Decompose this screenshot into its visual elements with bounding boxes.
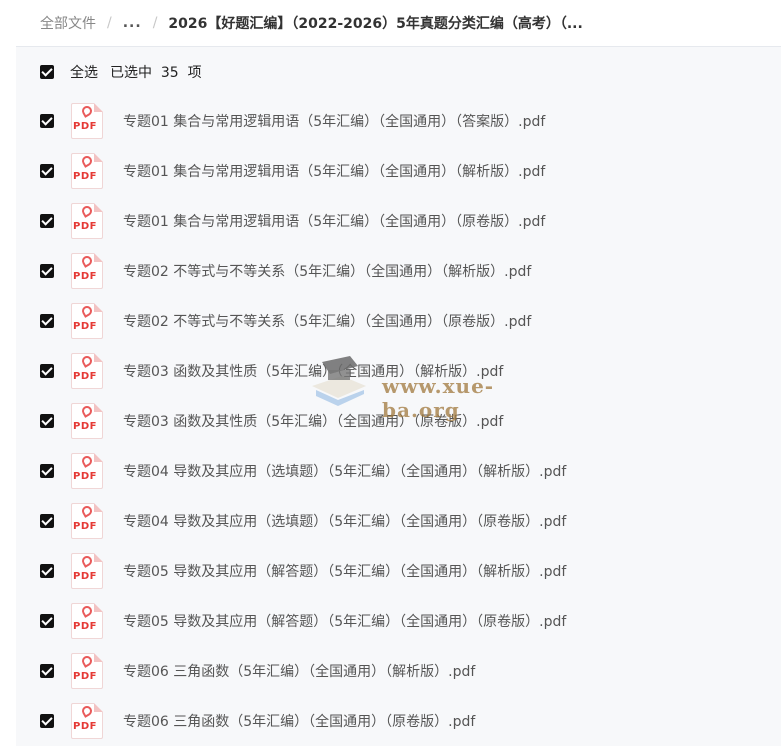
file-row[interactable]: PDF 专题02 不等式与不等关系（5年汇编）（全国通用）（解析版）.pdf xyxy=(16,246,781,296)
breadcrumb-current-folder: 2026【好题汇编】（2022-2026）5年真题分类汇编（高考）（... xyxy=(168,16,583,32)
pdf-icon: PDF xyxy=(71,403,103,439)
file-row[interactable]: PDF 专题01 集合与常用逻辑用语（5年汇编）（全国通用）（解析版）.pdf xyxy=(16,146,781,196)
pdf-icon: PDF xyxy=(71,203,103,239)
file-name[interactable]: 专题01 集合与常用逻辑用语（5年汇编）（全国通用）（解析版）.pdf xyxy=(123,161,545,181)
pdf-icon: PDF xyxy=(71,453,103,489)
breadcrumb-separator-icon: / xyxy=(107,15,112,31)
file-list: PDF 专题01 集合与常用逻辑用语（5年汇编）（全国通用）（答案版）.pdf PD… xyxy=(16,96,781,746)
pdf-icon: PDF xyxy=(71,553,103,589)
file-name[interactable]: 专题04 导数及其应用（选填题）（5年汇编）（全国通用）（解析版）.pdf xyxy=(123,461,566,481)
pdf-icon: PDF xyxy=(71,153,103,189)
breadcrumb-ellipsis[interactable]: ... xyxy=(123,15,142,31)
file-row[interactable]: PDF 专题04 导数及其应用（选填题）（5年汇编）（全国通用）（原卷版）.pdf xyxy=(16,496,781,546)
breadcrumb: 全部文件 / ... / 2026【好题汇编】（2022-2026）5年真题分类… xyxy=(16,0,781,47)
pdf-icon: PDF xyxy=(71,353,103,389)
file-checkbox[interactable] xyxy=(40,464,54,478)
select-all-checkbox[interactable] xyxy=(40,64,54,79)
pdf-icon: PDF xyxy=(71,103,103,139)
file-name[interactable]: 专题05 导数及其应用（解答题）（5年汇编）（全国通用）（原卷版）.pdf xyxy=(123,611,566,631)
file-name[interactable]: 专题03 函数及其性质（5年汇编）（全国通用）（原卷版）.pdf xyxy=(123,411,503,431)
file-checkbox[interactable] xyxy=(40,414,54,428)
file-browser-panel: 全部文件 / ... / 2026【好题汇编】（2022-2026）5年真题分类… xyxy=(16,0,781,746)
file-row[interactable]: PDF 专题05 导数及其应用（解答题）（5年汇编）（全国通用）（解析版）.pdf xyxy=(16,546,781,596)
breadcrumb-root[interactable]: 全部文件 xyxy=(40,13,96,33)
file-name[interactable]: 专题01 集合与常用逻辑用语（5年汇编）（全国通用）（原卷版）.pdf xyxy=(123,211,545,231)
file-name[interactable]: 专题01 集合与常用逻辑用语（5年汇编）（全国通用）（答案版）.pdf xyxy=(123,111,545,131)
file-checkbox[interactable] xyxy=(40,114,54,128)
selection-bar: 全选 已选中 35 项 xyxy=(16,47,781,96)
file-checkbox[interactable] xyxy=(40,264,54,278)
file-name[interactable]: 专题05 导数及其应用（解答题）（5年汇编）（全国通用）（解析版）.pdf xyxy=(123,561,566,581)
file-checkbox[interactable] xyxy=(40,714,54,728)
pdf-icon: PDF xyxy=(71,253,103,289)
file-row[interactable]: PDF 专题06 三角函数（5年汇编）（全国通用）（解析版）.pdf xyxy=(16,646,781,696)
file-row[interactable]: PDF 专题02 不等式与不等关系（5年汇编）（全国通用）（原卷版）.pdf xyxy=(16,296,781,346)
file-name[interactable]: 专题06 三角函数（5年汇编）（全国通用）（解析版）.pdf xyxy=(123,661,475,681)
file-checkbox[interactable] xyxy=(40,314,54,328)
file-row[interactable]: PDF 专题03 函数及其性质（5年汇编）（全国通用）（原卷版）.pdf xyxy=(16,396,781,446)
pdf-icon: PDF xyxy=(71,603,103,639)
file-checkbox[interactable] xyxy=(40,164,54,178)
file-name[interactable]: 专题02 不等式与不等关系（5年汇编）（全国通用）（原卷版）.pdf xyxy=(123,311,531,331)
file-checkbox[interactable] xyxy=(40,214,54,228)
breadcrumb-separator-icon: / xyxy=(152,15,158,31)
file-checkbox[interactable] xyxy=(40,614,54,628)
pdf-icon: PDF xyxy=(71,503,103,539)
select-all-label[interactable]: 全选 xyxy=(70,62,98,82)
left-gutter xyxy=(0,0,17,733)
file-name[interactable]: 专题04 导数及其应用（选填题）（5年汇编）（全国通用）（原卷版）.pdf xyxy=(123,511,566,531)
file-name[interactable]: 专题03 函数及其性质（5年汇编）（全国通用）（解析版）.pdf xyxy=(123,361,503,381)
file-row[interactable]: PDF 专题01 集合与常用逻辑用语（5年汇编）（全国通用）（答案版）.pdf xyxy=(16,96,781,146)
selection-count: 已选中 35 项 xyxy=(110,64,202,81)
file-checkbox[interactable] xyxy=(40,664,54,678)
file-row[interactable]: PDF 专题05 导数及其应用（解答题）（5年汇编）（全国通用）（原卷版）.pdf xyxy=(16,596,781,646)
pdf-icon: PDF xyxy=(71,303,103,339)
file-name[interactable]: 专题02 不等式与不等关系（5年汇编）（全国通用）（解析版）.pdf xyxy=(123,261,531,281)
file-name[interactable]: 专题06 三角函数（5年汇编）（全国通用）（原卷版）.pdf xyxy=(123,711,475,731)
file-row[interactable]: PDF 专题01 集合与常用逻辑用语（5年汇编）（全国通用）（原卷版）.pdf xyxy=(16,196,781,246)
file-row[interactable]: PDF 专题04 导数及其应用（选填题）（5年汇编）（全国通用）（解析版）.pdf xyxy=(16,446,781,496)
file-checkbox[interactable] xyxy=(40,364,54,378)
file-checkbox[interactable] xyxy=(40,514,54,528)
pdf-icon: PDF xyxy=(71,653,103,689)
pdf-icon: PDF xyxy=(71,703,103,739)
file-row[interactable]: PDF 专题03 函数及其性质（5年汇编）（全国通用）（解析版）.pdf xyxy=(16,346,781,396)
file-row[interactable]: PDF 专题06 三角函数（5年汇编）（全国通用）（原卷版）.pdf xyxy=(16,696,781,746)
file-checkbox[interactable] xyxy=(40,564,54,578)
